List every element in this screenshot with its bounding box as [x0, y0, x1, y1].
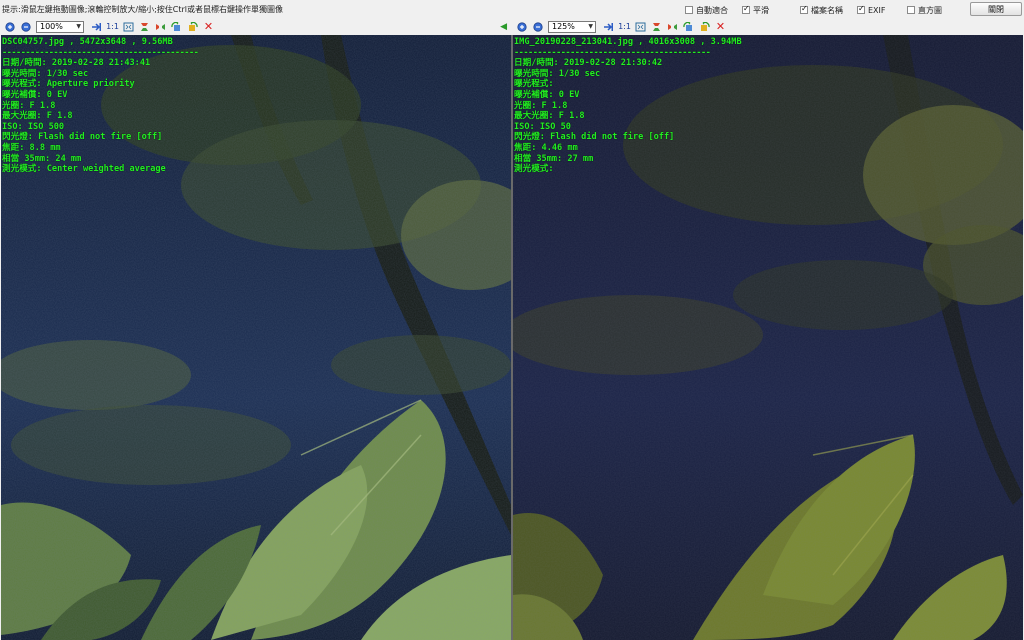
rotate-left-icon[interactable]	[682, 20, 695, 33]
zoom-out-icon[interactable]	[531, 20, 544, 33]
exif-date: 日期/時間: 2019-02-28 21:43:41	[2, 58, 151, 69]
fit-window-icon[interactable]	[122, 20, 135, 33]
left-toolbar: 100% ▼ 1:1 ✕ ◀	[0, 18, 511, 35]
option-smooth[interactable]: 平滑	[742, 4, 769, 15]
right-toolbar: 125% ▼ 1:1 ✕	[512, 18, 1024, 35]
exif-exposure-time: 曝光時間: 1/30 sec	[514, 68, 601, 79]
option-histogram[interactable]: 直方圖	[907, 5, 942, 15]
zoom-in-icon[interactable]	[515, 20, 528, 33]
chevron-down-icon: ▼	[76, 23, 81, 30]
left-exif-overlay: DSC04757.jpg , 5472x3648 , 9.56MB -------…	[2, 37, 199, 175]
close-button[interactable]: 關閉	[970, 2, 1022, 16]
right-image-pane[interactable]: IMG_20190228_213041.jpg , 4016x3008 , 3.…	[513, 35, 1023, 640]
fit-window-icon[interactable]	[634, 20, 647, 33]
exif-exposure-program: 曝光程式: Aperture priority	[2, 79, 135, 90]
left-separator: ----------------------------------------…	[2, 47, 199, 58]
exif-flash: 閃光燈: Flash did not fire [off]	[514, 132, 675, 143]
exif-metering-mode: 測光模式:	[514, 164, 554, 175]
sync-arrow-icon[interactable]: ◀	[500, 22, 507, 32]
exif-35mm-equivalent: 相當 35mm: 27 mm	[514, 153, 594, 164]
fit-arrow-icon[interactable]	[90, 20, 103, 33]
exif-exposure-program: 曝光程式:	[514, 79, 554, 90]
auto-fit-checkbox[interactable]	[685, 6, 693, 14]
exif-max-aperture: 最大光圈: F 1.8	[514, 111, 585, 122]
option-filename[interactable]: 檔案名稱	[800, 4, 843, 15]
exif-iso: ISO: ISO 500	[2, 121, 65, 132]
rotate-left-icon[interactable]	[170, 20, 183, 33]
right-file-info: IMG_20190228_213041.jpg , 4016x3008 , 3.…	[514, 37, 742, 47]
flip-horizontal-icon[interactable]	[650, 20, 663, 33]
top-bar: 提示:滑鼠左鍵拖動圖像;滾輪控制放大/縮小;按住Ctrl或者鼠標右鍵操作單獨圖像…	[0, 0, 1024, 18]
exif-aperture: 光圈: F 1.8	[514, 100, 568, 111]
exif-exposure-bias: 曝光補償: 0 EV	[514, 89, 580, 100]
exif-focal-length: 焦距: 4.46 mm	[514, 142, 578, 153]
actual-size-button[interactable]: 1:1	[618, 20, 631, 33]
exif-aperture: 光圈: F 1.8	[2, 100, 56, 111]
zoom-out-icon[interactable]	[19, 20, 32, 33]
right-separator: ----------------------------------------…	[514, 47, 711, 58]
left-image-pane[interactable]: DSC04757.jpg , 5472x3648 , 9.56MB -------…	[1, 35, 511, 640]
rotate-right-icon[interactable]	[698, 20, 711, 33]
fit-arrow-icon[interactable]	[602, 20, 615, 33]
close-image-icon[interactable]: ✕	[202, 20, 215, 33]
chevron-down-icon: ▼	[588, 23, 593, 30]
exif-flash: 閃光燈: Flash did not fire [off]	[2, 132, 163, 143]
option-auto-fit[interactable]: 自動適合	[685, 5, 728, 15]
zoom-in-icon[interactable]	[3, 20, 16, 33]
filename-checkbox[interactable]	[800, 4, 808, 14]
exif-35mm-equivalent: 相當 35mm: 24 mm	[2, 153, 82, 164]
exif-iso: ISO: ISO 50	[514, 121, 571, 132]
left-zoom-select[interactable]: 100% ▼	[36, 20, 84, 33]
exif-exposure-time: 曝光時間: 1/30 sec	[2, 68, 89, 79]
exif-exposure-bias: 曝光補償: 0 EV	[2, 89, 68, 100]
flip-horizontal-icon[interactable]	[138, 20, 151, 33]
exif-focal-length: 焦距: 8.8 mm	[2, 142, 61, 153]
option-exif[interactable]: EXIF	[857, 4, 886, 15]
left-file-info: DSC04757.jpg , 5472x3648 , 9.56MB	[2, 37, 173, 47]
hint-text: 提示:滑鼠左鍵拖動圖像;滾輪控制放大/縮小;按住Ctrl或者鼠標右鍵操作單獨圖像	[2, 5, 284, 14]
rotate-right-icon[interactable]	[186, 20, 199, 33]
exif-date: 日期/時間: 2019-02-28 21:30:42	[514, 58, 663, 69]
exif-checkbox[interactable]	[857, 4, 865, 14]
close-image-icon[interactable]: ✕	[714, 20, 727, 33]
right-exif-overlay: IMG_20190228_213041.jpg , 4016x3008 , 3.…	[514, 37, 742, 175]
histogram-checkbox[interactable]	[907, 6, 915, 14]
exif-max-aperture: 最大光圈: F 1.8	[2, 111, 73, 122]
right-zoom-select[interactable]: 125% ▼	[548, 20, 596, 33]
flip-vertical-icon[interactable]	[154, 20, 167, 33]
flip-vertical-icon[interactable]	[666, 20, 679, 33]
exif-metering-mode: 測光模式: Center weighted average	[2, 164, 166, 175]
actual-size-button[interactable]: 1:1	[106, 20, 119, 33]
smooth-checkbox[interactable]	[742, 4, 750, 14]
